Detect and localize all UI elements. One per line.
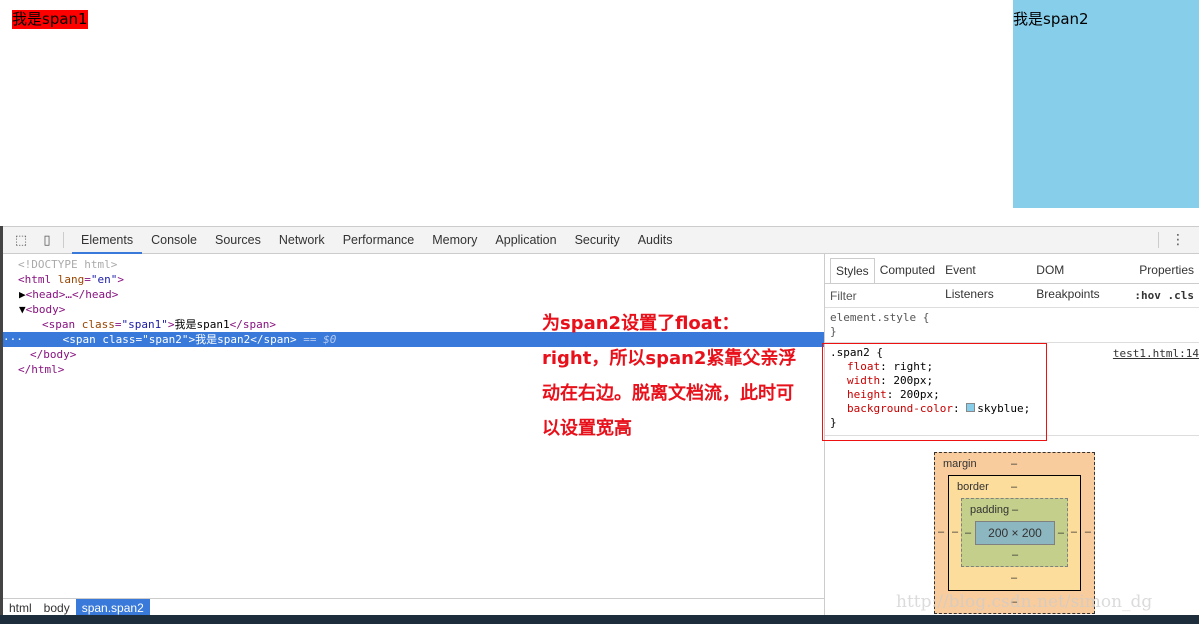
span2: 我是span2 <box>1013 0 1199 208</box>
tab-audits[interactable]: Audits <box>629 227 682 254</box>
padding-bottom: – <box>1012 549 1019 561</box>
divider <box>63 232 64 248</box>
watermark: http://blog.csdn.net/simon_dg <box>896 592 1153 612</box>
attr-value: "span1" <box>121 318 168 331</box>
tab-properties[interactable]: Properties <box>1134 258 1199 283</box>
tab-computed[interactable]: Computed <box>875 258 940 283</box>
rendered-page: 我是span1 我是span2 <box>0 0 1199 226</box>
tab-console[interactable]: Console <box>142 227 206 254</box>
tab-network[interactable]: Network <box>270 227 334 254</box>
annotation-text: 为span2设置了float：right，所以span2紧靠父亲浮动在右边。脱离… <box>542 313 797 439</box>
margin-top: – <box>1011 458 1018 470</box>
tab-application[interactable]: Application <box>486 227 565 254</box>
filter-bar: Filter :hov .cls <box>825 284 1199 308</box>
border-top: – <box>1011 481 1018 493</box>
source-link[interactable]: test1.html:14 <box>1113 347 1199 361</box>
taskbar-strip <box>0 615 1199 624</box>
dom-node-doctype[interactable]: <!DOCTYPE html> <box>3 257 824 272</box>
element-style-rule[interactable]: element.style { } <box>825 308 1199 343</box>
tag: <html <box>18 273 58 286</box>
border-label: border <box>957 481 989 493</box>
box-model-padding: padding – – – – 200 × 200 <box>961 498 1068 567</box>
tag: </span> <box>250 333 297 346</box>
tab-event-listeners[interactable]: Event Listeners <box>940 258 1031 301</box>
device-toolbar-icon[interactable]: ▯ <box>39 232 55 248</box>
devtools-panel: ⬚ ▯ Elements Console Sources Network Per… <box>3 226 1199 617</box>
dom-tree: <!DOCTYPE html> <html lang="en"> ▶<head>… <box>3 254 824 617</box>
text-node: 我是span2 <box>195 333 251 346</box>
devtools-toolbar: ⬚ ▯ Elements Console Sources Network Per… <box>3 227 1199 254</box>
attr-value: "en" <box>90 273 118 286</box>
border-left: – <box>952 526 959 538</box>
dom-node-head[interactable]: ▶<head>…</head> <box>3 287 824 302</box>
highlight-box <box>822 343 1047 441</box>
margin-label: margin <box>943 458 977 470</box>
attr-name: class <box>81 318 115 331</box>
padding-label: padding <box>970 504 1010 516</box>
text-node: 我是span1 <box>174 318 230 331</box>
tag: <head>…</head> <box>25 288 119 301</box>
tag: <body> <box>25 303 66 316</box>
tab-sources[interactable]: Sources <box>206 227 270 254</box>
divider <box>1158 232 1159 248</box>
tag: </span> <box>229 318 276 331</box>
more-icon[interactable]: ··· <box>3 333 36 346</box>
border-bottom: – <box>1011 572 1018 584</box>
attr-name: class <box>102 333 136 346</box>
selector: element.style { <box>830 311 930 324</box>
margin-right: – <box>1084 526 1091 538</box>
span2-rule[interactable]: .span2 { test1.html:14 float: right; wid… <box>822 343 1199 441</box>
tab-security[interactable]: Security <box>566 227 629 254</box>
filter-input[interactable]: Filter <box>830 289 857 303</box>
padding-top: – <box>1012 504 1019 516</box>
selected-marker: == $0 <box>303 333 337 346</box>
more-options-icon[interactable]: ⋮ <box>1171 232 1185 248</box>
tab-elements[interactable]: Elements <box>72 227 143 254</box>
collapse-arrow-icon[interactable]: ▼ <box>19 303 26 316</box>
border-right: – <box>1070 526 1077 538</box>
tab-memory[interactable]: Memory <box>423 227 486 254</box>
box-model-margin: margin – – – – border – – – – padding – … <box>934 452 1095 614</box>
padding-right: – <box>1057 527 1064 539</box>
padding-left: – <box>965 527 972 539</box>
box-model-content: 200 × 200 <box>975 521 1055 545</box>
margin-left: – <box>938 526 945 538</box>
brace: } <box>830 325 837 338</box>
span1: 我是span1 <box>12 10 88 29</box>
styles-tabs: Styles Computed Event Listeners DOM Brea… <box>825 254 1199 301</box>
hov-cls-toggles[interactable]: :hov .cls <box>1134 289 1194 302</box>
attr-name: lang <box>57 273 85 286</box>
dom-node-html[interactable]: <html lang="en"> <box>3 272 824 287</box>
inspect-element-icon[interactable]: ⬚ <box>13 232 29 248</box>
attr-value: "span2" <box>142 333 189 346</box>
expand-arrow-icon[interactable]: ▶ <box>19 288 26 301</box>
box-model-border: border – – – – padding – – – – 200 × 200 <box>948 475 1081 591</box>
tab-performance[interactable]: Performance <box>334 227 424 254</box>
tab-styles[interactable]: Styles <box>830 258 875 283</box>
tab-dom-breakpoints[interactable]: DOM Breakpoints <box>1031 258 1134 301</box>
styles-pane: Styles Computed Event Listeners DOM Brea… <box>822 254 1199 617</box>
